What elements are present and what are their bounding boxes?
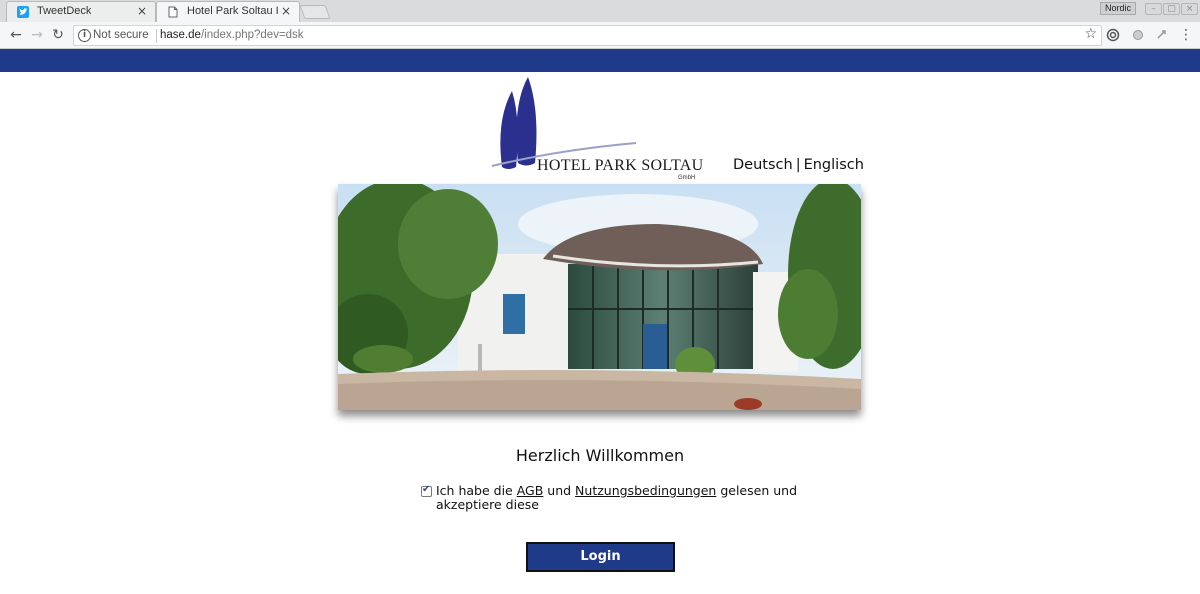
reload-icon[interactable]: ↻ xyxy=(48,26,68,46)
address-bar[interactable]: i Not secure hase.de/index.php?dev=dsk ☆ xyxy=(73,25,1102,46)
terms-of-use-link[interactable]: Nutzungsbedingungen xyxy=(575,483,716,498)
tab-title: TweetDeck xyxy=(37,5,92,17)
hotel-logo-name: HOTEL PARK SOLTAU xyxy=(537,157,704,174)
url-path: /index.php?dev=dsk xyxy=(200,29,304,41)
menu-icon[interactable]: ⋮ xyxy=(1176,26,1196,46)
extension-icon[interactable] xyxy=(1106,28,1120,42)
maximize-button[interactable]: ▢ xyxy=(1163,3,1180,15)
header-band xyxy=(0,49,1200,72)
consent-middle: und xyxy=(543,483,576,498)
agb-link[interactable]: AGB xyxy=(517,483,544,498)
browser-tab-bar: TweetDeck × Hotel Park Soltau INTE × Nor… xyxy=(0,0,1200,22)
tab-tweetdeck[interactable]: TweetDeck × xyxy=(6,1,156,22)
tab-title: Hotel Park Soltau INTE xyxy=(187,5,279,17)
terms-consent-text: Ich habe die AGB und Nutzungsbedingungen… xyxy=(436,484,801,512)
bookmark-star-icon[interactable]: ☆ xyxy=(1084,26,1097,42)
terms-checkbox[interactable] xyxy=(421,484,432,497)
welcome-heading: Herzlich Willkommen xyxy=(515,446,685,465)
page-icon xyxy=(168,6,178,18)
security-label[interactable]: Not secure xyxy=(93,29,149,41)
new-tab-button[interactable] xyxy=(299,5,331,19)
language-de-link[interactable]: Deutsch xyxy=(733,157,793,173)
tab-close-icon[interactable]: × xyxy=(137,4,147,18)
consent-prefix: Ich habe die xyxy=(436,483,517,498)
profile-button[interactable]: Nordic xyxy=(1099,2,1136,15)
minimize-button[interactable]: – xyxy=(1145,3,1162,15)
login-button[interactable]: Login xyxy=(526,542,675,572)
hotel-logo-suffix: GmbH xyxy=(678,175,696,181)
forward-arrow-icon[interactable]: → xyxy=(27,26,47,46)
tweetdeck-icon xyxy=(17,6,29,18)
extension-icon[interactable] xyxy=(1155,28,1169,42)
url-text[interactable]: hase.de/index.php?dev=dsk xyxy=(160,29,304,41)
back-arrow-icon[interactable]: ← xyxy=(6,26,26,46)
tab-close-icon[interactable]: × xyxy=(281,4,291,18)
hotel-building-photo xyxy=(338,184,861,410)
info-icon[interactable]: i xyxy=(78,29,91,42)
divider xyxy=(156,29,157,43)
language-separator: | xyxy=(795,157,801,173)
tab-hotel-park-soltau[interactable]: Hotel Park Soltau INTE × xyxy=(156,1,300,22)
url-host: hase.de xyxy=(160,29,201,41)
language-en-link[interactable]: Englisch xyxy=(804,157,864,173)
language-switch: Deutsch | Englisch xyxy=(733,157,864,173)
extension-icon[interactable] xyxy=(1131,28,1145,42)
browser-toolbar: ← → ↻ i Not secure hase.de/index.php?dev… xyxy=(0,22,1200,49)
close-window-button[interactable]: × xyxy=(1181,3,1198,15)
